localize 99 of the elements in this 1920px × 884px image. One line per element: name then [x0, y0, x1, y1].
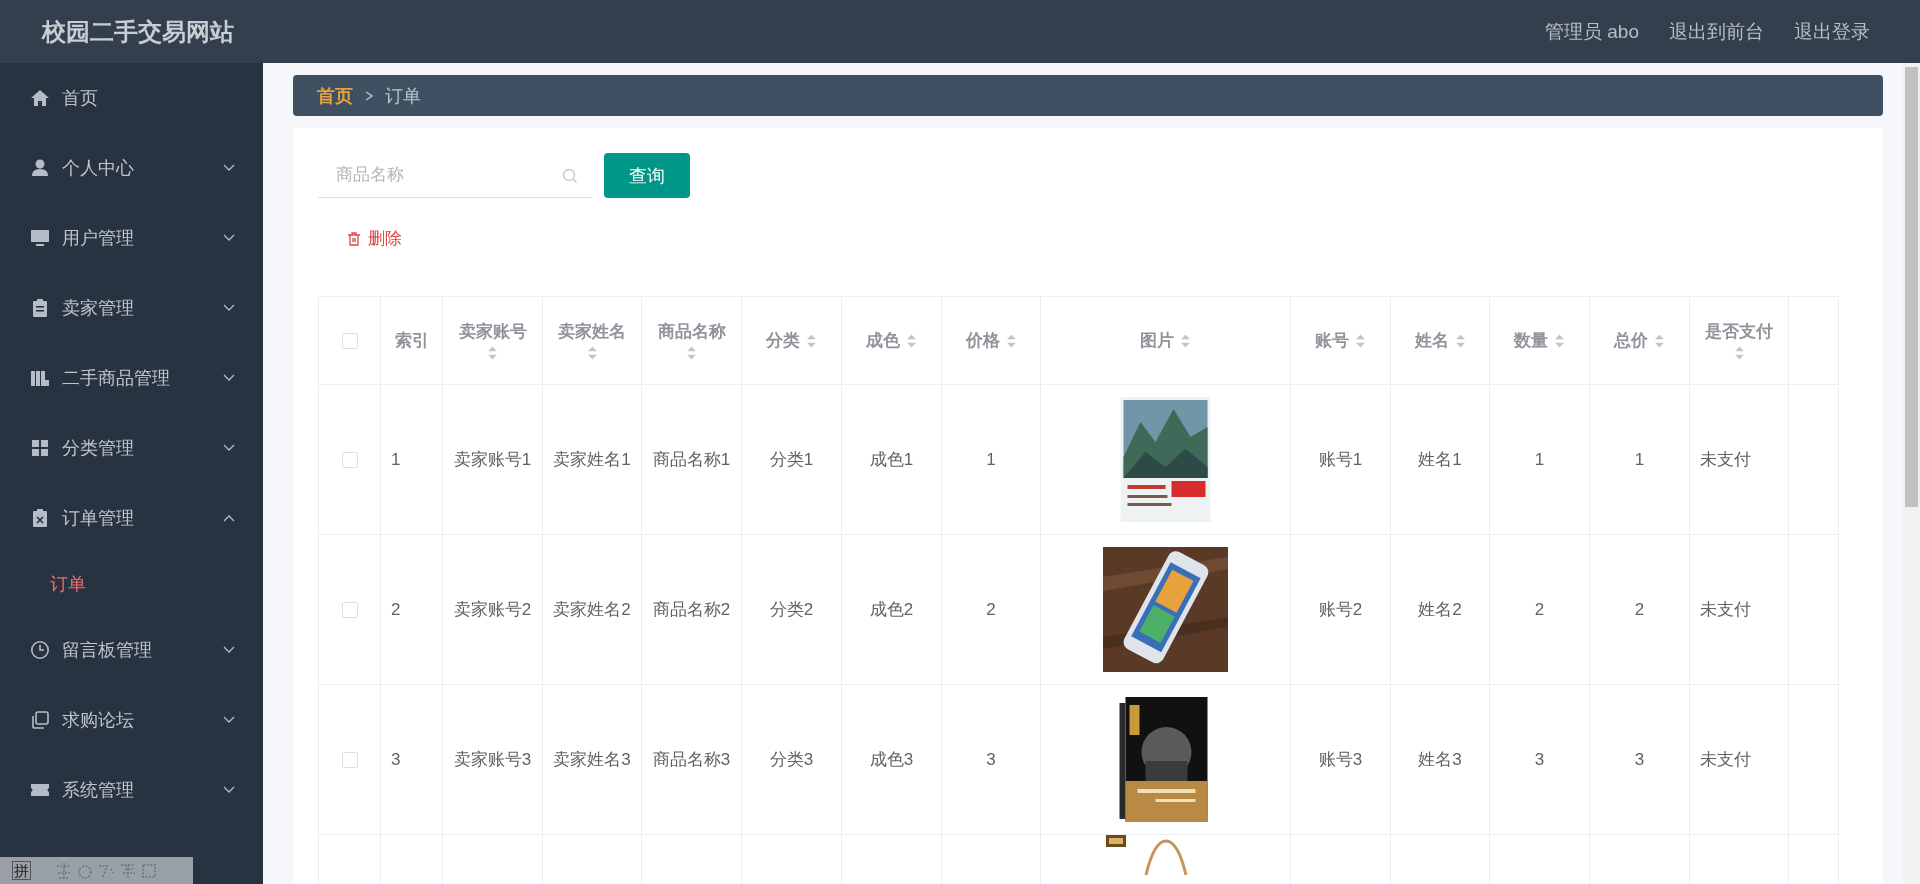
column-header: 索引 [394, 330, 429, 352]
column-header: 卖家账号 [458, 321, 527, 343]
user-icon [30, 158, 50, 178]
column-header: 总价 [1614, 330, 1648, 352]
select-all-checkbox[interactable] [341, 333, 358, 349]
column-header: 姓名 [1414, 330, 1449, 352]
sort-icon[interactable] [686, 345, 697, 361]
column-header: 图片 [1140, 330, 1174, 352]
table-cell: 卖家账号1 [453, 449, 532, 469]
table-cell: 未支付 [1700, 749, 1751, 769]
table-cell: 卖家姓名3 [553, 749, 631, 769]
table-cell: 卖家姓名1 [553, 449, 631, 469]
table-cell: 3 [1634, 749, 1645, 769]
column-header: 成色 [866, 330, 900, 352]
table-cell: 分类1 [769, 449, 814, 469]
table-cell: 商品名称1 [652, 449, 731, 469]
column-header: 价格 [965, 330, 1000, 352]
menu-item[interactable]: 分类管理 [0, 413, 263, 483]
admin-user: 管理员 abo [1545, 19, 1639, 44]
breadcrumb-link[interactable]: 首页 [317, 83, 353, 108]
table-cell: 账号3 [1318, 749, 1363, 769]
table-cell: 2 [1534, 599, 1545, 619]
table-cell: 分类2 [769, 599, 814, 619]
sort-icon[interactable] [1355, 332, 1366, 349]
menu-item[interactable]: 首页 [0, 63, 263, 133]
table-cell: 商品名称2 [652, 599, 731, 619]
table-cell: 分类3 [769, 749, 814, 769]
sort-icon[interactable] [1654, 332, 1665, 349]
copy-icon [30, 710, 50, 730]
menu-item[interactable]: 用户管理 [0, 203, 263, 273]
sort-icon[interactable] [1005, 332, 1017, 349]
header-link[interactable]: 退出登录 [1794, 18, 1870, 45]
trash-icon [346, 230, 362, 247]
column-header: 是否支付 [1705, 321, 1773, 343]
table-cell: 账号1 [1318, 449, 1363, 469]
sort-icon[interactable] [1180, 332, 1191, 349]
ime-mode[interactable]: 拼 [12, 861, 31, 880]
table-cell: 1 [391, 449, 401, 469]
sort-icon[interactable] [1454, 332, 1466, 349]
search-icon [562, 167, 578, 184]
clipboard-icon [30, 298, 50, 318]
scrollbar[interactable] [1903, 63, 1920, 884]
row-checkbox[interactable] [341, 602, 358, 618]
column-header: 账号 [1315, 330, 1349, 352]
separator-icon [365, 90, 373, 101]
sort-icon[interactable] [487, 345, 498, 361]
sort-icon[interactable] [806, 332, 817, 349]
clock-icon [30, 640, 50, 660]
table-cell: 卖家账号2 [453, 599, 532, 619]
submenu-item[interactable]: 订单 [0, 553, 263, 615]
table-cell: 成色2 [869, 599, 914, 619]
menu-item[interactable]: 求购论坛 [0, 685, 263, 755]
column-header: 数量 [1514, 330, 1548, 352]
table-cell: 商品名称3 [652, 749, 731, 769]
menu-item[interactable]: 卖家管理 [0, 273, 263, 343]
grid-icon [30, 438, 50, 458]
table-cell: 2 [986, 599, 996, 619]
search-field[interactable]: 商品名称 [318, 153, 592, 198]
table-cell: 1 [1634, 449, 1645, 469]
sort-icon[interactable] [1733, 345, 1745, 361]
column-header: 商品名称 [657, 321, 726, 343]
table-cell: 3 [986, 749, 996, 769]
delete-button[interactable]: 删除 [342, 223, 406, 254]
table-cell: 成色1 [869, 449, 914, 469]
menu-item[interactable]: 个人中心 [0, 133, 263, 203]
table-cell: 未支付 [1700, 449, 1751, 469]
monitor-icon [30, 228, 50, 248]
table-cell: 卖家姓名2 [553, 599, 631, 619]
menu-item[interactable]: 二手商品管理 [0, 343, 263, 413]
table-cell: 3 [391, 749, 401, 769]
query-button[interactable]: 查询 [604, 153, 690, 198]
table-cell: 3 [1534, 749, 1545, 769]
table-cell: 2 [391, 599, 401, 619]
table-cell: 卖家账号3 [453, 749, 532, 769]
column-header: 分类 [766, 330, 800, 352]
sort-icon[interactable] [906, 332, 917, 349]
breadcrumb-current: 订单 [385, 84, 421, 108]
table-cell: 1 [986, 449, 996, 469]
table-cell: 2 [1634, 599, 1645, 619]
table-cell: 1 [1534, 449, 1545, 469]
site-title: 校园二手交易网站 [42, 16, 234, 47]
sort-icon[interactable] [1554, 332, 1565, 349]
table-cell: 姓名2 [1418, 599, 1462, 619]
menu-item[interactable]: 系统管理 [0, 755, 263, 825]
menu-item[interactable]: 留言板管理 [0, 615, 263, 685]
table-cell: 未支付 [1700, 599, 1751, 619]
row-checkbox[interactable] [341, 452, 358, 468]
table-cell: 姓名1 [1418, 449, 1462, 469]
table-cell: 姓名3 [1418, 749, 1462, 769]
books-icon [30, 368, 50, 388]
sort-icon[interactable] [586, 345, 598, 361]
column-header: 卖家姓名 [558, 321, 626, 343]
clipboard-x-icon [30, 508, 50, 528]
menu-item[interactable]: 订单管理 [0, 483, 263, 553]
table-cell: 成色3 [869, 749, 914, 769]
table-cell: 账号2 [1318, 599, 1363, 619]
home-icon [30, 88, 50, 108]
header-link[interactable]: 退出到前台 [1669, 18, 1764, 45]
row-checkbox[interactable] [341, 752, 358, 768]
